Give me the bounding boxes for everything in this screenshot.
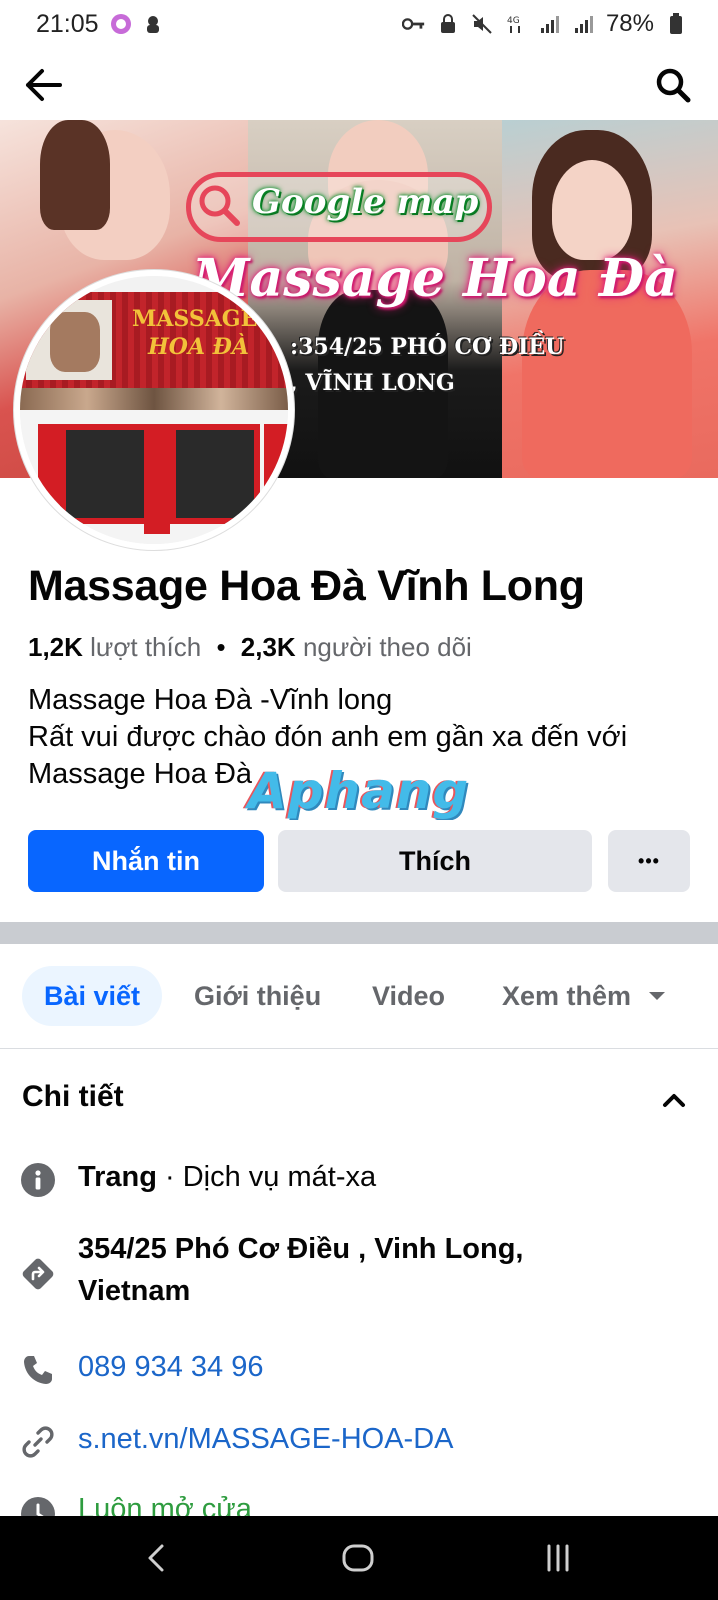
followers-count: 2,3K [240,632,296,662]
storefront-image: MASSAGE HOA ĐÀ [20,276,288,544]
address-line2: Vietnam [78,1275,191,1307]
followers-label: người theo dõi [302,632,472,662]
address-line1: 354/25 Phó Cơ Điều , Vinh Long, [78,1233,524,1265]
battery-icon [664,12,688,36]
page-title: Massage Hoa Đà Vĩnh Long [28,562,585,610]
more-options-button[interactable]: ••• [608,830,690,892]
chevron-up-icon [663,1094,685,1107]
app-bar [0,52,718,118]
phone-number[interactable]: 089 934 34 96 [78,1346,263,1388]
signal-icon-2 [572,12,596,36]
back-button[interactable] [20,62,66,108]
message-button[interactable]: Nhắn tin [28,830,264,892]
signal-icon [538,12,562,36]
nav-recents-button[interactable] [536,1536,580,1580]
sign-line2: HOA ĐÀ [148,334,249,360]
stats-separator: • [216,632,226,662]
nav-recents-icon [547,1544,569,1572]
details-title: Chi tiết [22,1080,124,1113]
status-bar: 21:05 4G 78% [0,0,718,48]
nav-back-button[interactable] [134,1536,178,1580]
mute-icon [470,12,494,36]
likes-label: lượt thích [90,632,202,662]
tab-posts[interactable]: Bài viết [22,966,163,1026]
tabs-divider [0,1048,718,1049]
system-nav-bar [0,1516,718,1600]
website-link[interactable]: s.net.vn/MASSAGE-HOA-DA [78,1418,454,1460]
back-arrow-icon [26,69,62,101]
page-tabs: Bài viết Giới thiệu Video Xem thêm [0,962,718,1030]
cover-address-line1: :354/25 PHÓ CƠ ĐIỀU [290,334,565,360]
messenger-notification-icon [109,12,133,36]
status-time: 21:05 [36,9,99,38]
search-button[interactable] [650,62,696,108]
vpn-key-icon [401,12,426,36]
app-notification-icon [141,12,165,36]
like-button[interactable]: Thích [278,830,592,892]
bio-line2: Rất vui được chào đón anh em gần xa đến … [28,721,628,753]
address-text: 354/25 Phó Cơ Điều , Vinh Long, Vietnam [78,1228,524,1312]
section-divider [0,922,718,944]
category-text: Trang · Dịch vụ mát-xa [78,1156,376,1198]
battery-percent: 78% [605,10,654,37]
category-value: · Dịch vụ mát-xa [156,1161,377,1193]
more-dots-icon: ••• [638,850,660,871]
bio-line1: Massage Hoa Đà -Vĩnh long [28,684,393,716]
google-map-text: Google map [252,182,479,222]
tab-about[interactable]: Giới thiệu [194,966,321,1026]
search-icon [656,68,691,103]
tab-see-more[interactable]: Xem thêm [502,966,667,1026]
category-prefix: Trang [78,1161,157,1193]
nav-back-icon [148,1544,164,1572]
lock-icon [436,12,460,36]
collapse-details-button[interactable] [656,1082,692,1118]
nav-home-icon [342,1544,374,1572]
svg-text:4G: 4G [507,16,520,26]
sign-line1: MASSAGE [132,306,258,332]
dropdown-caret-icon [649,992,666,1000]
nav-home-button[interactable] [336,1536,380,1580]
page-stats: 1,2K lượt thích • 2,3K người theo dõi [28,632,472,663]
magnifier-icon [196,182,242,228]
likes-count: 1,2K [28,632,83,662]
phone-icon [20,1352,56,1388]
tab-video[interactable]: Video [372,966,445,1026]
link-icon [20,1424,56,1460]
cover-address-line2: , VĨNH LONG [290,370,455,396]
4g-icon: 4G [504,12,528,36]
watermark-logo: Aphang [248,762,470,820]
info-icon [20,1162,56,1198]
directions-icon [20,1256,56,1292]
profile-avatar[interactable]: MASSAGE HOA ĐÀ [14,270,294,550]
tab-see-more-label: Xem thêm [502,980,632,1011]
